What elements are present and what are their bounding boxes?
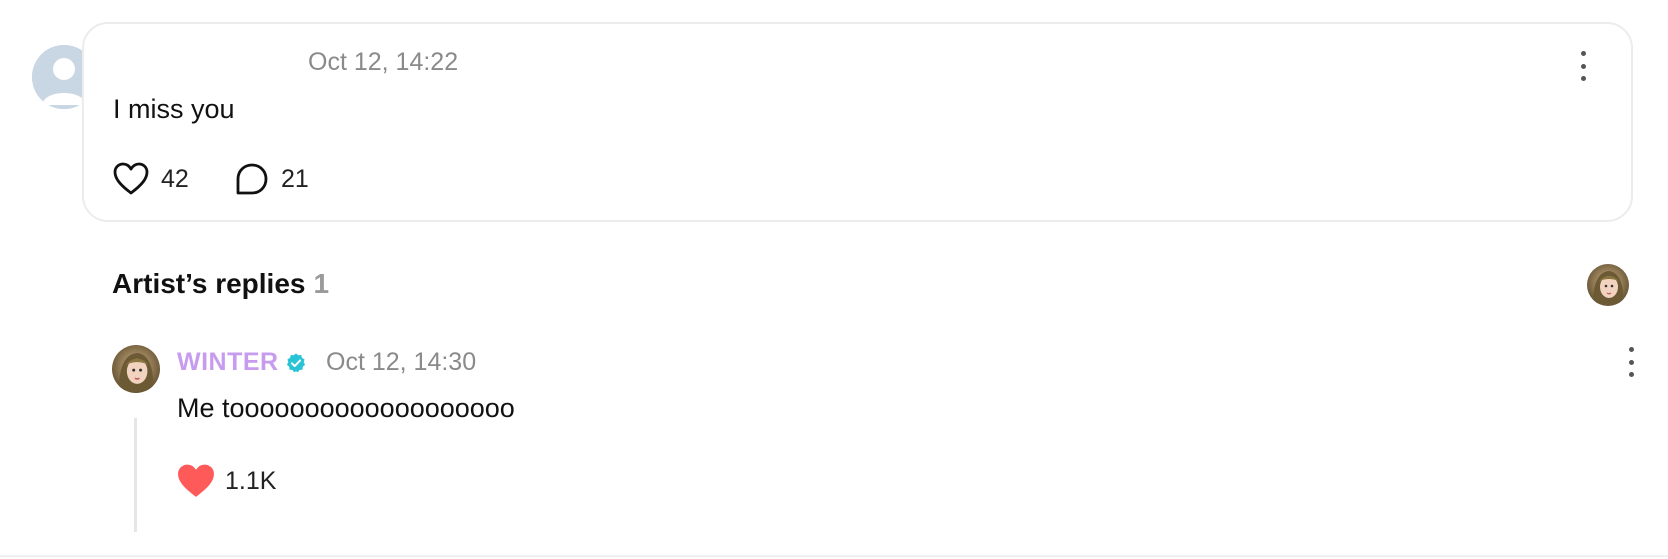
reply-text: Me tooooooooooooooooooo: [177, 393, 515, 423]
like-button[interactable]: 42: [113, 162, 189, 196]
reply-timestamp: Oct 12, 14:30: [326, 348, 477, 376]
reply-author[interactable]: WINTER: [177, 348, 307, 377]
post-text: I miss you: [113, 94, 235, 124]
artist-replies-header: Artist’s replies 1: [112, 268, 329, 300]
heart-filled-icon: [178, 464, 214, 497]
post-card: Oct 12, 14:22 I miss you 42 21: [82, 22, 1633, 222]
post-more-icon[interactable]: [1573, 51, 1593, 81]
comment-bubble-icon: [236, 163, 268, 195]
winter-avatar-image: [112, 345, 160, 393]
like-count: 42: [161, 164, 189, 193]
artist-avatar-image: [1587, 264, 1629, 306]
heart-outline-icon: [113, 162, 149, 195]
comment-count: 21: [281, 164, 309, 193]
post-timestamp: Oct 12, 14:22: [308, 48, 459, 76]
artist-avatar[interactable]: [1587, 264, 1629, 306]
artist-replies-title: Artist’s replies: [112, 268, 306, 299]
post-detail-page: Oct 12, 14:22 I miss you 42 21 Artist’s …: [0, 0, 1668, 559]
reply-more-icon[interactable]: [1621, 347, 1641, 377]
comment-button[interactable]: 21: [235, 162, 309, 196]
reply-author-avatar[interactable]: [112, 345, 160, 393]
thread-line: [134, 418, 137, 532]
divider: [0, 555, 1668, 557]
artist-replies-count: 1: [313, 268, 330, 299]
reply-like-button[interactable]: 1.1K: [177, 463, 276, 499]
reply-author-name: WINTER: [177, 348, 279, 376]
verified-badge-icon: [286, 352, 305, 372]
reply-like-count: 1.1K: [225, 466, 277, 495]
